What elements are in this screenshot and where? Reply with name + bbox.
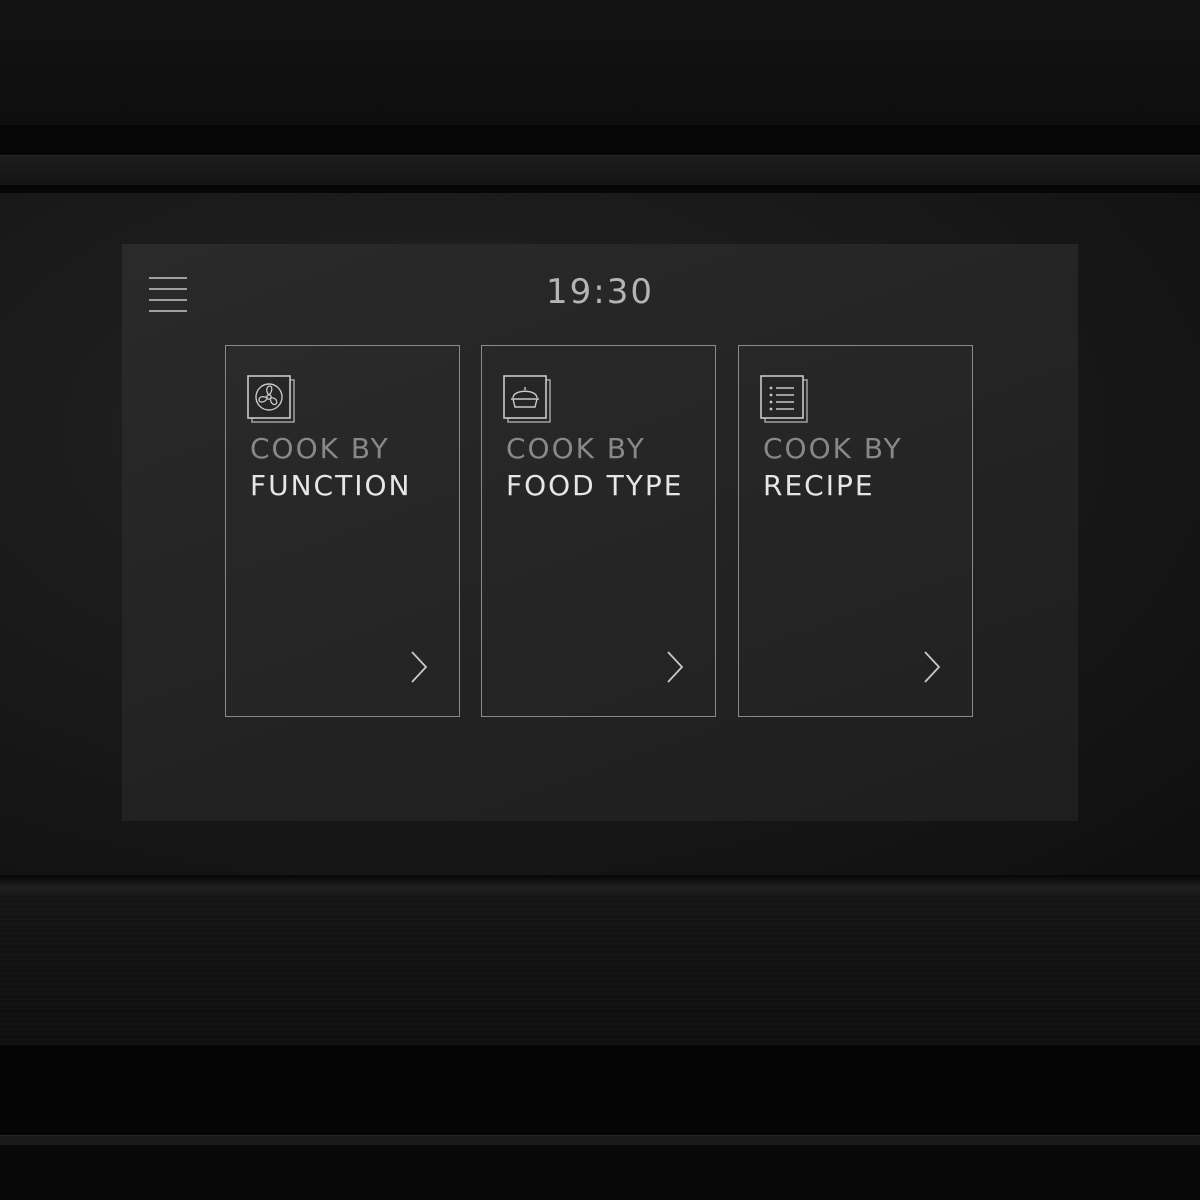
cook-by-food-type-card[interactable]: COOK BY FOOD TYPE — [481, 345, 716, 717]
card-label-line2: RECIPE — [763, 469, 875, 502]
recipe-list-icon — [760, 375, 808, 423]
top-panel — [0, 0, 1200, 125]
door-gap — [0, 1045, 1200, 1135]
food-dish-icon — [503, 375, 551, 423]
card-label-line1: COOK BY — [250, 432, 390, 465]
bottom-panel — [0, 1145, 1200, 1200]
top-gap — [0, 125, 1200, 155]
top-shadow — [0, 185, 1200, 193]
card-label-line1: COOK BY — [506, 432, 646, 465]
card-label-line2: FOOD TYPE — [506, 469, 684, 502]
door-panel — [0, 897, 1200, 1045]
cook-by-function-card[interactable]: COOK BY FUNCTION — [225, 345, 460, 717]
oven-front: 19:30 COOK BY FUNCTION COOK BY FOOD TYPE… — [0, 0, 1200, 1200]
cook-by-recipe-card[interactable]: COOK BY RECIPE — [738, 345, 973, 717]
lower-trim — [0, 875, 1200, 897]
chevron-right-icon — [411, 651, 428, 683]
fan-function-icon — [247, 375, 295, 423]
card-label-line1: COOK BY — [763, 432, 903, 465]
card-label-line2: FUNCTION — [250, 469, 412, 502]
chevron-right-icon — [667, 651, 684, 683]
hamburger-menu-icon[interactable] — [149, 277, 187, 313]
chevron-right-icon — [924, 651, 941, 683]
touch-display: 19:30 COOK BY FUNCTION COOK BY FOOD TYPE… — [122, 244, 1078, 821]
top-trim — [0, 155, 1200, 186]
clock-time: 19:30 — [546, 272, 654, 312]
